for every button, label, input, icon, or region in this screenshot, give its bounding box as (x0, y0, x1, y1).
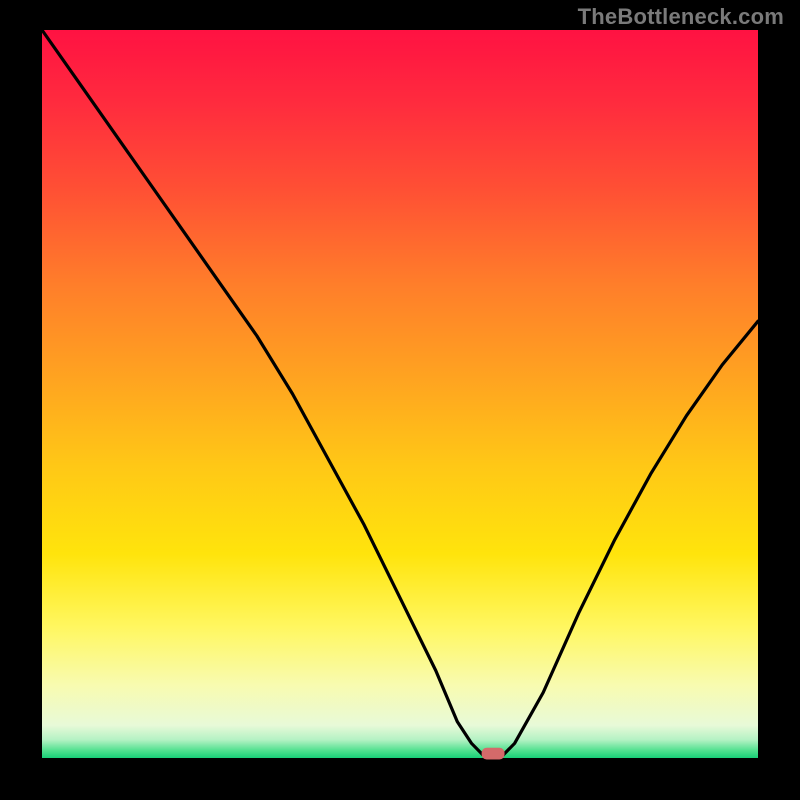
plot-gradient-bg (42, 30, 758, 758)
watermark-text: TheBottleneck.com (578, 4, 784, 30)
chart-canvas (0, 0, 800, 800)
optimal-marker (482, 748, 505, 760)
bottleneck-chart: TheBottleneck.com (0, 0, 800, 800)
